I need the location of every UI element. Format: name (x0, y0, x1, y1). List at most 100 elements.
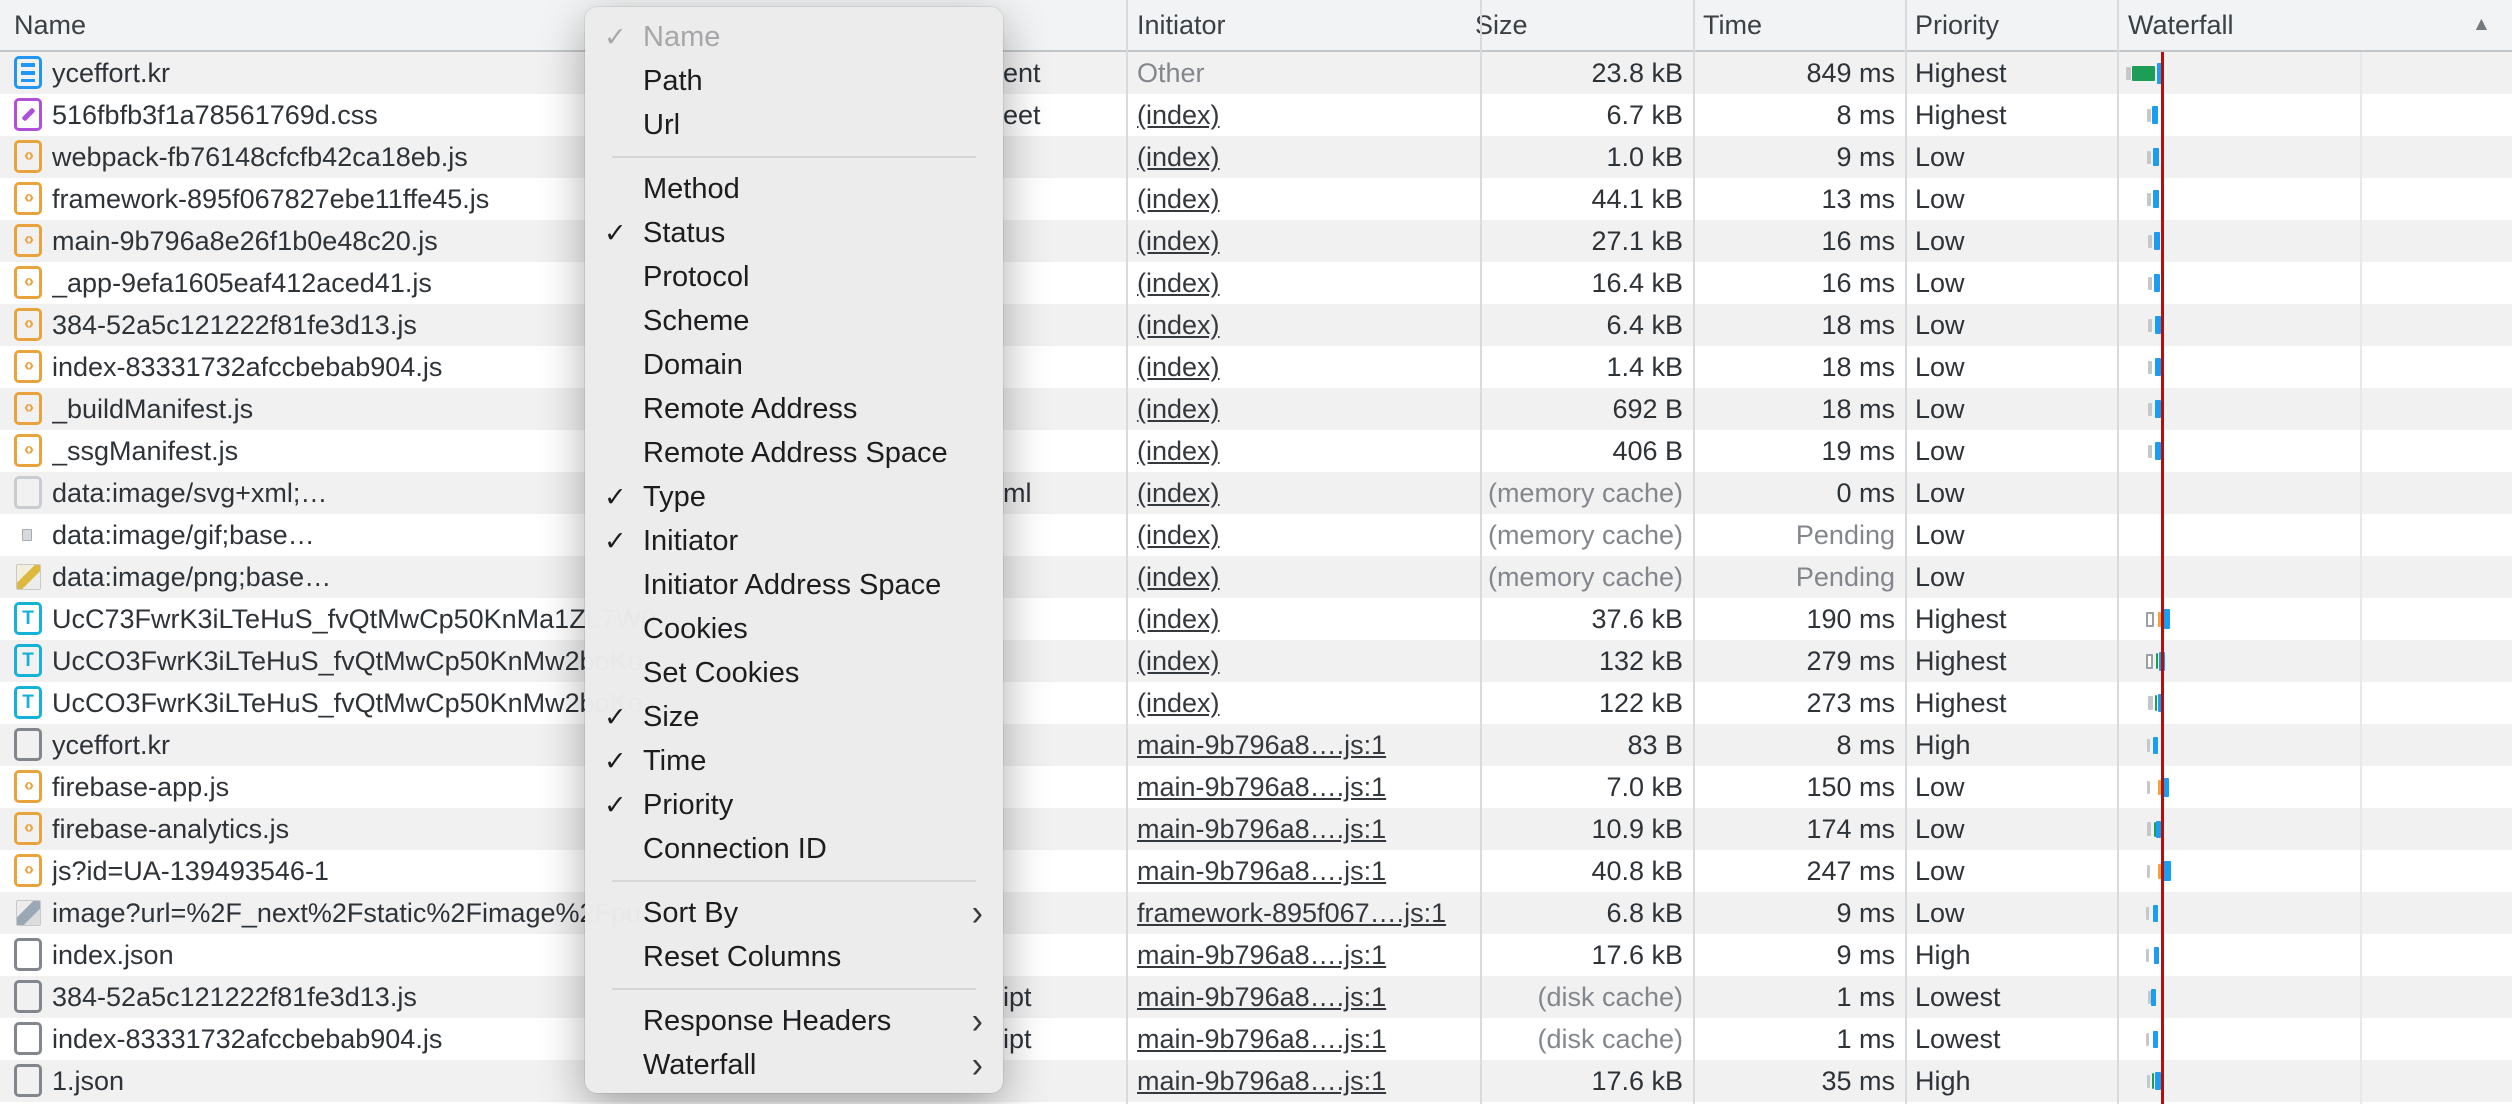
table-row[interactable]: ‹›index-83331732afccbebab904.js(index)1.… (0, 346, 2512, 388)
column-header-priority[interactable]: Priority (1915, 0, 1999, 50)
table-row[interactable]: yceffort.krentOther23.8 kB849 msHighest (0, 52, 2512, 94)
menu-item-reset-columns[interactable]: Reset Columns (585, 935, 1003, 979)
initiator-link[interactable]: (index) (1137, 178, 1220, 220)
table-row[interactable]: 1.jsonmain-9b796a8….js:117.6 kB35 msHigh (0, 1060, 2512, 1102)
table-row[interactable]: data:image/png;base…(index)(memory cache… (0, 556, 2512, 598)
menu-item-domain[interactable]: Domain (585, 343, 1003, 387)
menu-item-time[interactable]: ✓Time (585, 739, 1003, 783)
menu-item-label: Size (643, 701, 699, 734)
initiator-link[interactable]: (index) (1137, 388, 1220, 430)
table-row[interactable]: ‹›js?id=UA-139493546-1main-9b796a8….js:1… (0, 850, 2512, 892)
table-row[interactable]: TUcCO3FwrK3iLTeHuS_fvQtMwCp50KnMw2boKo(i… (0, 682, 2512, 724)
initiator-link[interactable]: main-9b796a8….js:1 (1137, 1018, 1386, 1060)
table-row[interactable]: ‹›_app-9efa1605eaf412aced41.js(index)16.… (0, 262, 2512, 304)
menu-item-connection-id[interactable]: Connection ID (585, 827, 1003, 871)
table-row[interactable]: 384-52a5c121222f81fe3d13.jsiptmain-9b796… (0, 976, 2512, 1018)
table-row[interactable]: ‹›_ssgManifest.js(index)406 B19 msLow (0, 430, 2512, 472)
column-divider[interactable] (1905, 0, 1907, 1104)
table-row[interactable]: ‹›firebase-analytics.jsmain-9b796a8….js:… (0, 808, 2512, 850)
table-row[interactable]: ‹›main-9b796a8e26f1b0e48c20.js(index)27.… (0, 220, 2512, 262)
tiny-image-icon (22, 529, 32, 541)
waterfall-bar (2117, 682, 2507, 724)
initiator-link[interactable]: (index) (1137, 514, 1220, 556)
column-divider[interactable] (1693, 0, 1695, 1104)
table-row[interactable]: ‹›_buildManifest.js(index)692 B18 msLow (0, 388, 2512, 430)
initiator-link[interactable]: main-9b796a8….js:1 (1137, 934, 1386, 976)
initiator-link[interactable]: (index) (1137, 346, 1220, 388)
initiator-link[interactable]: main-9b796a8….js:1 (1137, 976, 1386, 1018)
table-row[interactable]: data:image/svg+xml;…ml(index)(memory cac… (0, 472, 2512, 514)
initiator-link[interactable]: framework-895f067….js:1 (1137, 892, 1446, 934)
menu-item-priority[interactable]: ✓Priority (585, 783, 1003, 827)
menu-item-scheme[interactable]: Scheme (585, 299, 1003, 343)
request-name: _ssgManifest.js (52, 430, 238, 472)
table-row[interactable]: ‹›firebase-app.jsmain-9b796a8….js:17.0 k… (0, 766, 2512, 808)
initiator-link[interactable]: main-9b796a8….js:1 (1137, 1060, 1386, 1102)
menu-item-initiator[interactable]: ✓Initiator (585, 519, 1003, 563)
request-list: yceffort.krentOther23.8 kB849 msHighest5… (0, 52, 2512, 1102)
initiator-link[interactable]: main-9b796a8….js:1 (1137, 850, 1386, 892)
table-row[interactable]: TUcC73FwrK3iLTeHuS_fvQtMwCp50KnMa1ZL7W0(… (0, 598, 2512, 640)
menu-item-size[interactable]: ✓Size (585, 695, 1003, 739)
waterfall-segment-g (2146, 949, 2149, 962)
menu-item-response-headers[interactable]: Response Headers› (585, 999, 1003, 1043)
table-row[interactable]: TUcCO3FwrK3iLTeHuS_fvQtMwCp50KnMw2boKo(i… (0, 640, 2512, 682)
waterfall-bar (2117, 976, 2507, 1018)
script-icon: ‹› (14, 308, 42, 341)
menu-item-url[interactable]: Url (585, 103, 1003, 147)
menu-item-label: Protocol (643, 261, 749, 294)
initiator-link[interactable]: (index) (1137, 262, 1220, 304)
initiator-link[interactable]: (index) (1137, 430, 1220, 472)
table-row[interactable]: index-83331732afccbebab904.jsiptmain-9b7… (0, 1018, 2512, 1060)
table-row[interactable]: yceffort.krmain-9b796a8….js:183 B8 msHig… (0, 724, 2512, 766)
time-value: 0 ms (1836, 472, 1895, 514)
menu-item-remote-address[interactable]: Remote Address (585, 387, 1003, 431)
initiator-link[interactable]: main-9b796a8….js:1 (1137, 766, 1386, 808)
menu-item-sort-by[interactable]: Sort By› (585, 891, 1003, 935)
menu-item-initiator-address-space[interactable]: Initiator Address Space (585, 563, 1003, 607)
menu-item-type[interactable]: ✓Type (585, 475, 1003, 519)
initiator-link[interactable]: (index) (1137, 94, 1220, 136)
table-row[interactable]: ‹›webpack-fb76148cfcfb42ca18eb.js(index)… (0, 136, 2512, 178)
column-divider[interactable] (2117, 0, 2119, 1104)
initiator-link[interactable]: (index) (1137, 640, 1220, 682)
initiator-link[interactable]: (index) (1137, 556, 1220, 598)
sort-ascending-icon[interactable]: ▲ (2472, 0, 2491, 50)
column-header-name[interactable]: Name (14, 0, 86, 50)
initiator-link[interactable]: (index) (1137, 682, 1220, 724)
column-divider[interactable] (1480, 0, 1482, 1104)
waterfall-bar (2117, 892, 2507, 934)
initiator-link[interactable]: main-9b796a8….js:1 (1137, 724, 1386, 766)
size-value: (disk cache) (1537, 1018, 1683, 1060)
waterfall-bar (2117, 472, 2507, 514)
initiator-link[interactable]: (index) (1137, 598, 1220, 640)
priority-value: Lowest (1915, 1018, 2001, 1060)
column-header-waterfall[interactable]: Waterfall (2128, 0, 2234, 50)
menu-item-path[interactable]: Path (585, 59, 1003, 103)
menu-item-cookies[interactable]: Cookies (585, 607, 1003, 651)
menu-item-status[interactable]: ✓Status (585, 211, 1003, 255)
waterfall-segment-g (2147, 1075, 2150, 1088)
initiator-link[interactable]: (index) (1137, 304, 1220, 346)
table-row[interactable]: image?url=%2F_next%2Fstatic%2Fimage%2Fpu… (0, 892, 2512, 934)
menu-item-protocol[interactable]: Protocol (585, 255, 1003, 299)
table-row[interactable]: 516fbfb3f1a78561769d.csseet(index)6.7 kB… (0, 94, 2512, 136)
column-header-initiator[interactable]: Initiator (1137, 0, 1226, 50)
menu-item-remote-address-space[interactable]: Remote Address Space (585, 431, 1003, 475)
menu-item-set-cookies[interactable]: Set Cookies (585, 651, 1003, 695)
waterfall-segment-b (2152, 106, 2158, 124)
table-row[interactable]: ‹›framework-895f067827ebe11ffe45.js(inde… (0, 178, 2512, 220)
table-row[interactable]: ‹›384-52a5c121222f81fe3d13.js(index)6.4 … (0, 304, 2512, 346)
initiator-link[interactable]: main-9b796a8….js:1 (1137, 808, 1386, 850)
menu-item-waterfall[interactable]: Waterfall› (585, 1043, 1003, 1087)
column-header-time[interactable]: Time (1703, 0, 1762, 50)
table-row[interactable]: index.jsonmain-9b796a8….js:117.6 kB9 msH… (0, 934, 2512, 976)
request-name: js?id=UA-139493546-1 (52, 850, 329, 892)
table-row[interactable]: data:image/gif;base…(index)(memory cache… (0, 514, 2512, 556)
initiator-link[interactable]: (index) (1137, 220, 1220, 262)
menu-item-method[interactable]: Method (585, 167, 1003, 211)
column-divider[interactable] (1126, 0, 1128, 1104)
initiator-link[interactable]: (index) (1137, 136, 1220, 178)
column-header-size[interactable]: Size (1475, 0, 1528, 50)
initiator-link[interactable]: (index) (1137, 472, 1220, 514)
